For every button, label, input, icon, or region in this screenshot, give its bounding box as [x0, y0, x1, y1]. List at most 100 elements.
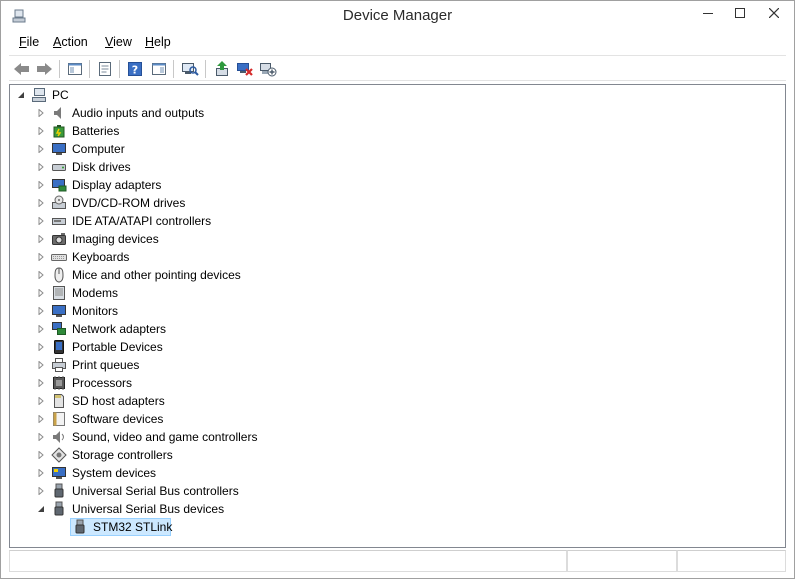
- expand-toggle[interactable]: [36, 428, 46, 446]
- device-stm32-stlink[interactable]: STM32 STLink: [72, 518, 175, 536]
- expand-toggle[interactable]: [36, 410, 46, 428]
- tree-category-row[interactable]: DVD/CD-ROM drives: [36, 194, 188, 212]
- expand-toggle[interactable]: [36, 482, 46, 500]
- expand-toggle[interactable]: [36, 446, 46, 464]
- expand-toggle[interactable]: [36, 392, 46, 410]
- forward-button[interactable]: [34, 59, 54, 79]
- maximize-button[interactable]: [723, 1, 757, 25]
- tree-category-row[interactable]: Disk drives: [36, 158, 134, 176]
- expand-toggle[interactable]: [36, 230, 46, 248]
- tree-category-label: Display adapters: [72, 178, 162, 192]
- sd-card-icon: [51, 393, 67, 409]
- tree-category-label: Disk drives: [72, 160, 131, 174]
- tree-category-label: Universal Serial Bus devices: [72, 502, 225, 516]
- tree-category-row[interactable]: Print queues: [36, 356, 142, 374]
- tree-category-row[interactable]: Processors: [36, 374, 135, 392]
- close-button[interactable]: [755, 1, 793, 25]
- add-legacy-hardware-icon: [260, 63, 277, 77]
- expand-toggle[interactable]: [36, 104, 46, 122]
- tree-category-row[interactable]: System devices: [36, 464, 159, 482]
- tree-category-row[interactable]: Network adapters: [36, 320, 169, 338]
- tree-category-row[interactable]: Keyboards: [36, 248, 132, 266]
- storage-controller-icon: [51, 447, 67, 463]
- device-tree-panel[interactable]: PC Audio inputs and outputs Batteries Comp…: [9, 84, 786, 548]
- tree-category-row[interactable]: SD host adapters: [36, 392, 168, 410]
- expand-toggle[interactable]: [36, 302, 46, 320]
- expand-toggle[interactable]: [36, 374, 46, 392]
- show-hide-console-tree-icon: [68, 63, 82, 75]
- tree-category-row[interactable]: Portable Devices: [36, 338, 166, 356]
- back-button[interactable]: [12, 59, 32, 79]
- tree-category-row[interactable]: Computer: [36, 140, 128, 158]
- menu-view[interactable]: View: [105, 35, 132, 49]
- status-cell-main: [9, 550, 567, 572]
- expand-toggle[interactable]: [36, 176, 46, 194]
- expand-toggle[interactable]: [36, 194, 46, 212]
- collapse-toggle[interactable]: [16, 86, 26, 104]
- tree-category-row[interactable]: IDE ATA/ATAPI controllers: [36, 212, 214, 230]
- tree-category-row[interactable]: Modems: [36, 284, 121, 302]
- triangle-right-icon: [38, 343, 44, 351]
- expand-toggle[interactable]: [36, 464, 46, 482]
- dvd-drive-icon: [51, 195, 67, 211]
- expand-toggle[interactable]: [36, 284, 46, 302]
- tree-category-label: SD host adapters: [72, 394, 165, 408]
- collapse-toggle[interactable]: [36, 500, 46, 518]
- show-hide-console-tree-button[interactable]: [65, 59, 85, 79]
- triangle-right-icon: [38, 181, 44, 189]
- tree-category-row[interactable]: Universal Serial Bus controllers: [36, 482, 242, 500]
- tree-category-label: Modems: [72, 286, 119, 300]
- minimize-button[interactable]: [691, 1, 725, 25]
- device-manager-app-icon[interactable]: [11, 8, 27, 24]
- action-pane-button[interactable]: [149, 59, 169, 79]
- expand-toggle[interactable]: [36, 140, 46, 158]
- properties-button[interactable]: [95, 59, 115, 79]
- help-button[interactable]: ?: [125, 59, 145, 79]
- scan-hardware-button[interactable]: [180, 59, 200, 79]
- triangle-right-icon: [38, 145, 44, 153]
- add-legacy-hardware-button[interactable]: [258, 59, 278, 79]
- expand-toggle[interactable]: [36, 212, 46, 230]
- tree-category-row[interactable]: Sound, video and game controllers: [36, 428, 260, 446]
- update-driver-button[interactable]: [212, 59, 232, 79]
- title-bar[interactable]: Device Manager: [1, 1, 794, 31]
- tree-root-pc[interactable]: PC: [16, 86, 72, 104]
- tree-category-row[interactable]: Monitors: [36, 302, 121, 320]
- maximize-icon: [735, 8, 745, 18]
- expand-toggle[interactable]: [36, 320, 46, 338]
- expand-toggle[interactable]: [36, 356, 46, 374]
- tree-category-row[interactable]: Audio inputs and outputs: [36, 104, 207, 122]
- portable-device-icon: [51, 339, 67, 355]
- triangle-down-icon: [18, 92, 24, 98]
- expand-toggle[interactable]: [36, 266, 46, 284]
- camera-icon: [51, 231, 67, 247]
- menu-action-label: ction: [61, 35, 88, 49]
- speaker-icon: [51, 105, 67, 121]
- expand-toggle[interactable]: [36, 122, 46, 140]
- tree-category-label: Universal Serial Bus controllers: [72, 484, 239, 498]
- menu-bar: File Action View Help: [9, 32, 786, 54]
- tree-category-row[interactable]: Display adapters: [36, 176, 164, 194]
- toolbar-separator: [119, 60, 120, 78]
- tree-category-label: IDE ATA/ATAPI controllers: [72, 214, 212, 228]
- menu-action[interactable]: Action: [53, 35, 88, 49]
- status-cell-secondary: [567, 550, 677, 572]
- expand-toggle[interactable]: [36, 338, 46, 356]
- expand-toggle[interactable]: [36, 248, 46, 266]
- tree-category-row[interactable]: Software devices: [36, 410, 166, 428]
- tree-category-row[interactable]: Universal Serial Bus devices: [36, 500, 227, 518]
- tree-category-label: Imaging devices: [72, 232, 159, 246]
- menu-help[interactable]: Help: [145, 35, 171, 49]
- expand-toggle[interactable]: [36, 158, 46, 176]
- menu-file[interactable]: File: [19, 35, 39, 49]
- tree-category-row[interactable]: Mice and other pointing devices: [36, 266, 244, 284]
- tree-category-row[interactable]: Batteries: [36, 122, 122, 140]
- help-icon: ?: [128, 62, 142, 77]
- triangle-right-icon: [38, 289, 44, 297]
- uninstall-device-button[interactable]: [235, 59, 255, 79]
- tree-category-row[interactable]: Storage controllers: [36, 446, 176, 464]
- tree-category-label: Batteries: [72, 124, 120, 138]
- tree-category-row[interactable]: Imaging devices: [36, 230, 162, 248]
- triangle-right-icon: [38, 271, 44, 279]
- status-bar: [9, 550, 786, 572]
